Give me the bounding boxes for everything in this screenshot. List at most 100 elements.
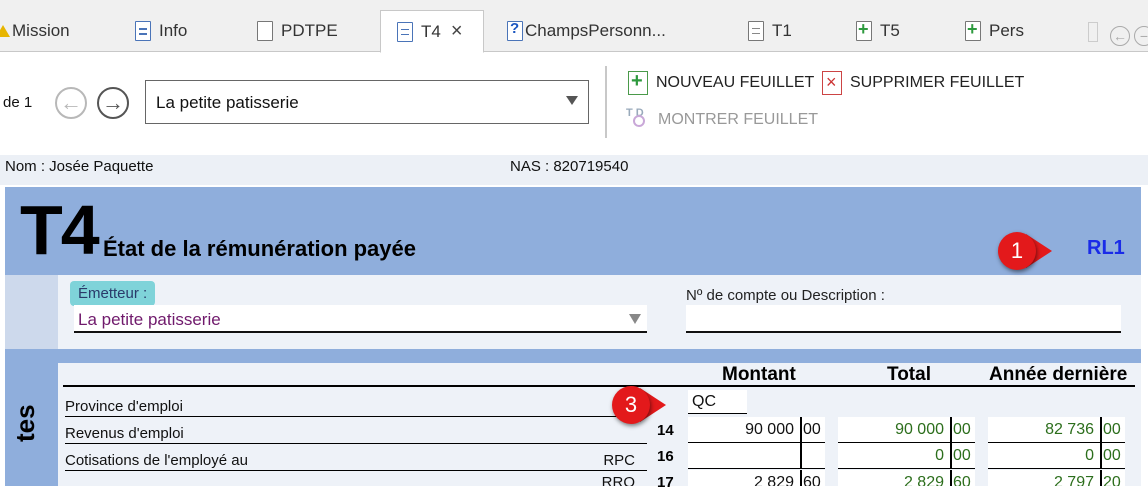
callout-marker-3: 3 [602,380,666,428]
issuer-select-value: La petite patisserie [78,310,221,329]
previous-sheet-button[interactable]: ← [55,87,87,119]
scroll-tabs-left-icon[interactable]: ← [1110,26,1130,46]
tab-label: T1 [772,21,792,40]
question-document-icon [507,20,523,41]
chevron-down-icon [629,314,641,324]
close-icon[interactable]: × [451,20,463,43]
arrow-left-icon: ← [60,90,82,115]
account-input[interactable] [686,305,1121,333]
left-margin-strip [5,275,58,349]
row-label-province: Province d'emploi [65,398,647,417]
show-sheet-button[interactable]: T D MONTRER FEUILLET [626,107,818,133]
row-label-text: Revenus d'emploi [65,425,184,442]
tab-label: Mission [12,21,70,40]
tab-champs-personnalises[interactable]: ChampsPersonn... [507,10,707,52]
dollars-value: 2 829 [903,474,944,486]
row-label-revenus: Revenus d'emploi [65,425,647,444]
total-value-16: 0 00 [838,443,975,469]
issuer-select[interactable]: La petite patisserie [74,305,647,333]
montant-input-14[interactable]: 90 000 00 [688,417,825,443]
document-icon [257,21,273,41]
cents-value: 20 [1103,474,1121,486]
overflow-tab-icon [1088,22,1098,42]
tab-mission[interactable]: Mission [0,10,90,52]
tab-label: Info [159,21,188,40]
warning-icon [0,25,10,37]
annee-value-17: 2 797 20 [988,470,1125,486]
person-nas: NAS : 820719540 [510,158,629,175]
sheet-selector[interactable]: La petite patisserie [145,80,589,124]
dollars-value: 2 797 [1053,474,1094,486]
cents-value: 00 [1103,447,1121,464]
sheet-selector-value: La petite patisserie [156,93,299,112]
link-td-icon: T D [626,107,652,133]
tab-t4[interactable]: T4 × [380,10,484,53]
account-label: Nº de compte ou Description : [686,287,885,304]
delete-sheet-button[interactable]: SUPPRIMER FEUILLET [822,71,1024,95]
callout-number: 3 [612,386,650,424]
dollars-value: 2 829 [753,474,794,486]
annee-value-16: 0 00 [988,443,1125,469]
column-header-montant: Montant [722,364,796,385]
issuer-label: Émetteur : [70,281,156,306]
document-icon [397,21,413,42]
montant-input-16[interactable] [688,443,825,469]
document-icon [748,21,764,41]
tab-label: PDTPE [281,21,338,40]
scroll-tabs-right-icon[interactable]: − [1134,26,1148,46]
new-sheet-button[interactable]: NOUVEAU FEUILLET [628,70,815,95]
add-document-icon [856,19,872,41]
cents-value: 00 [953,421,971,438]
tab-t5[interactable]: T5 [856,10,926,52]
row-suffix: RRQ [601,474,635,486]
new-sheet-label: NOUVEAU FEUILLET [656,74,815,91]
page-indicator: de 1 [3,94,33,111]
tab-pers[interactable]: Pers [965,10,1045,52]
tab-label: T5 [880,21,900,40]
add-document-icon [628,70,648,95]
toolbar-divider [605,66,607,138]
cents-value: 60 [953,474,971,486]
row-label-cotisations: Cotisations de l'employé au RPC [65,452,647,471]
tab-label: T4 [421,21,441,41]
show-sheet-label: MONTRER FEUILLET [658,111,819,128]
rl1-link[interactable]: RL1 [1087,237,1125,260]
tab-info[interactable]: Info [135,10,245,52]
dollars-value: 0 [1085,447,1094,464]
box-number: 16 [657,448,674,465]
form-code: T4 [20,191,100,269]
document-icon [135,21,151,41]
callout-number: 1 [998,232,1036,270]
montant-input-17[interactable]: 2 829 60 [688,470,825,486]
cents-value: 60 [803,474,821,486]
row-suffix: RPC [603,452,635,469]
delete-sheet-label: SUPPRIMER FEUILLET [850,74,1025,91]
person-name: Nom : Josée Paquette [5,158,154,175]
chevron-down-icon [566,96,578,105]
form-title: État de la rémunération payée [103,236,416,261]
next-sheet-button[interactable]: → [97,87,129,119]
dollars-value: 82 736 [1045,421,1094,438]
tab-t1[interactable]: T1 [748,10,818,52]
delete-document-icon [822,71,842,95]
total-value-17: 2 829 60 [838,470,975,486]
header-rule [63,385,1135,387]
add-document-icon [965,19,981,41]
tab-label: Pers [989,21,1024,40]
cents-value: 00 [953,447,971,464]
row-label-text: Province d'emploi [65,398,183,415]
section-separator [5,349,1141,363]
province-input[interactable]: QC [688,390,747,414]
callout-marker-1: 1 [988,226,1052,274]
total-value-14: 90 000 00 [838,417,975,443]
box-number: 17 [657,474,674,491]
dollars-value: 90 000 [745,421,794,438]
column-header-annee: Année dernière [989,364,1128,385]
person-info-bar: Nom : Josée Paquette NAS : 820719540 [0,155,1148,185]
tab-pdtpe[interactable]: PDTPE [257,10,367,52]
arrow-right-icon: → [102,90,124,115]
row-label-text: Cotisations de l'employé au [65,452,248,469]
dollars-value: 90 000 [895,421,944,438]
cents-value: 00 [1103,421,1121,438]
dollars-value: 0 [935,447,944,464]
